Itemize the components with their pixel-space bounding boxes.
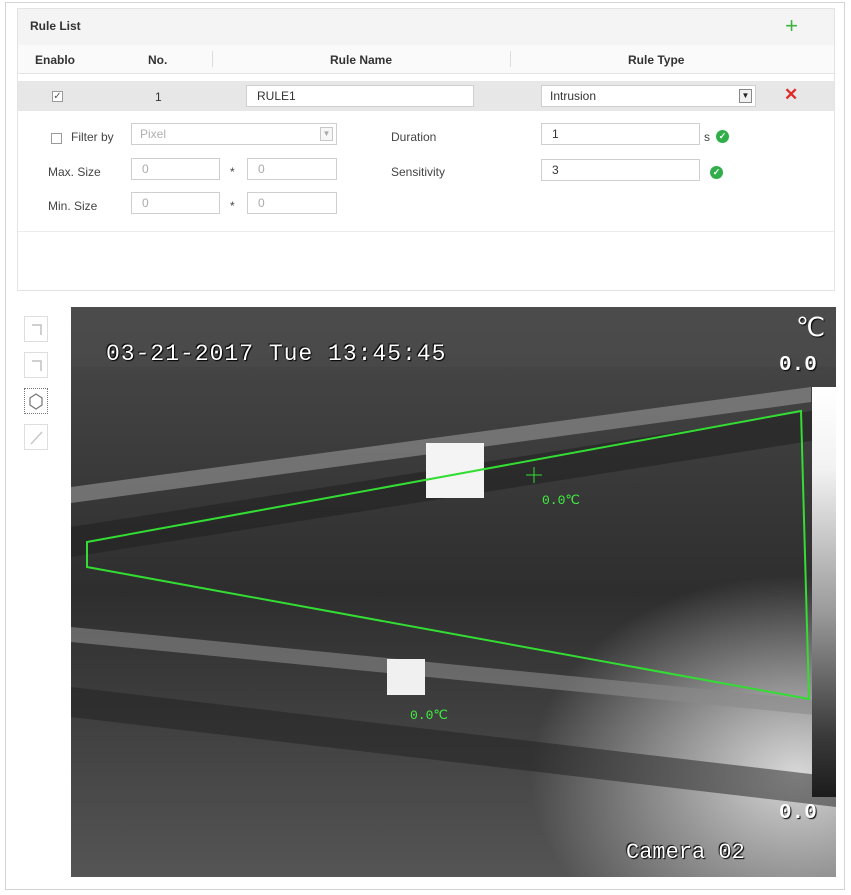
temperature-scale-bar — [812, 387, 836, 797]
filter-by-label: Filter by — [71, 130, 114, 144]
draw-rect-button[interactable] — [24, 316, 48, 342]
max-size-height-input[interactable]: 0 — [247, 158, 337, 180]
column-separator — [510, 51, 511, 67]
draw-polygon-button[interactable] — [24, 388, 48, 414]
add-rule-button[interactable]: + — [785, 15, 798, 37]
sensitivity-label: Sensitivity — [391, 165, 446, 179]
filter-by-checkbox[interactable] — [51, 133, 62, 144]
plus-icon: + — [785, 13, 798, 38]
temperature-marker-lower: 0.0℃ — [410, 708, 449, 723]
draw-polygon-icon — [29, 393, 43, 410]
rule-number: 1 — [155, 90, 162, 104]
min-size-width-input[interactable]: 0 — [131, 192, 220, 214]
osd-camera-label: Camera 02 — [626, 840, 745, 865]
filter-by-value: Pixel — [140, 127, 167, 141]
rule-name-input[interactable]: RULE1 — [246, 85, 474, 107]
min-size-times-sign: * — [230, 199, 235, 213]
duration-unit: s — [704, 130, 710, 144]
column-header-rule-type: Rule Type — [628, 53, 685, 67]
osd-timestamp: 03-21-2017 Tue 13:45:45 — [106, 341, 447, 367]
sensitivity-input[interactable]: 3 — [541, 159, 700, 181]
draw-rect-icon — [32, 324, 42, 335]
checkmark-circle-icon: ✓ — [716, 130, 729, 143]
column-header-enable: Enablo — [35, 53, 76, 67]
rule-enable-checkbox[interactable]: ✓ — [52, 91, 63, 102]
column-header-rule-name: Rule Name — [330, 53, 393, 67]
rule-list-header: Rule List + — [18, 9, 834, 45]
checkmark-circle-icon: ✓ — [710, 166, 723, 179]
hot-object-lower — [387, 659, 425, 695]
draw-line-icon — [30, 431, 43, 445]
min-size-height-input[interactable]: 0 — [247, 192, 337, 214]
delete-rule-button[interactable]: ✕ — [784, 85, 798, 105]
max-size-label: Max. Size — [48, 165, 101, 179]
draw-line-button[interactable] — [24, 424, 48, 450]
thermal-video-view[interactable]: 03-21-2017 Tue 13:45:45 0.0℃ 0.0℃ ℃ 0.0 … — [71, 307, 836, 877]
draw-rect-alt-button[interactable] — [24, 352, 48, 378]
duration-input[interactable]: 1 — [541, 123, 700, 145]
rule-list-title: Rule List — [30, 19, 81, 33]
column-header-no: No. — [148, 53, 168, 67]
column-separator — [212, 51, 213, 67]
chevron-down-icon: ▼ — [320, 127, 333, 141]
temperature-scale-max: 0.0 — [779, 354, 817, 377]
rule-type-value: Intrusion — [550, 89, 597, 103]
duration-label: Duration — [391, 130, 437, 144]
temperature-scale-min: 0.0 — [779, 802, 817, 825]
max-size-times-sign: * — [230, 165, 235, 179]
close-icon: ✕ — [784, 85, 799, 104]
chevron-down-icon: ▼ — [739, 89, 752, 103]
thermal-scene — [71, 307, 836, 877]
rule-row[interactable]: ✓ 1 RULE1 Intrusion ▼ ✕ — [18, 81, 834, 111]
rule-type-select[interactable]: Intrusion ▼ — [541, 85, 756, 107]
draw-rect-alt-icon — [32, 360, 42, 371]
rule-list-panel: Rule List + Enablo No. Rule Name Rule Ty… — [17, 8, 835, 291]
temperature-unit: ℃ — [796, 314, 826, 344]
filter-by-select[interactable]: Pixel ▼ — [131, 123, 337, 145]
max-size-width-input[interactable]: 0 — [131, 158, 220, 180]
settings-divider — [18, 231, 834, 232]
rule-table-header: Enablo No. Rule Name Rule Type — [18, 45, 834, 74]
min-size-label: Min. Size — [48, 199, 98, 213]
temperature-marker-upper: 0.0℃ — [542, 493, 581, 508]
